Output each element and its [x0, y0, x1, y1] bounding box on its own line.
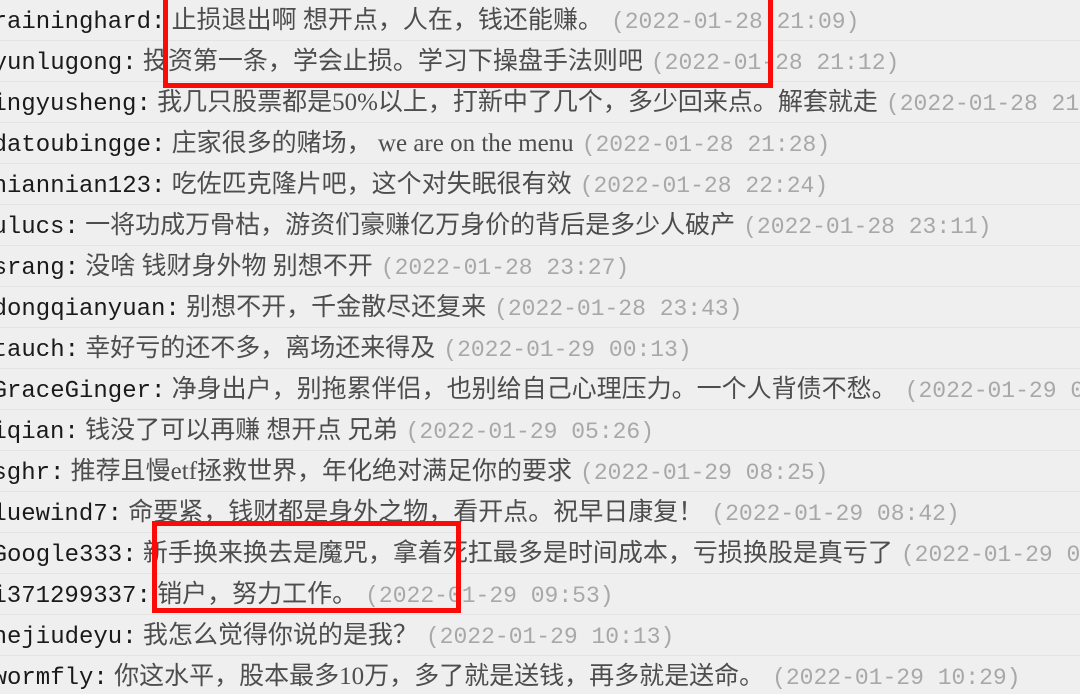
- comment-text: 销户，努力工作。: [157, 581, 358, 608]
- comment-colon: :: [122, 50, 137, 77]
- comment-text: 净身出户，别拖累伴侣，也别给自己心理压力。一个人背债不愁。: [171, 376, 897, 403]
- comment-text: 钱没了可以再赚 想开点 兄弟: [85, 417, 398, 444]
- comment-timestamp: (2022-01-29 00:13): [443, 337, 692, 363]
- comment-row: bluewind7: 命要紧，钱财都是身外之物，看开点。祝早日康复！ (2022-…: [0, 492, 1080, 533]
- comment-timestamp: (2022-01-29 01:02): [904, 378, 1080, 404]
- comment-text: 幸好亏的还不多，离场还来得及: [85, 335, 436, 362]
- comment-row: ] GraceGinger: 净身出户，别拖累伴侣，也别给自己心理压力。一个人背…: [0, 369, 1080, 410]
- comment-row: ] tauch: 幸好亏的还不多，离场还来得及(2022-01-29 00:13…: [0, 328, 1080, 369]
- comment-colon: :: [50, 460, 65, 487]
- comment-row: ] wormfly: 你这水平，股本最多10万，多了就是送钱，再多就是送命。(2…: [0, 656, 1080, 694]
- comment-text: 命要紧，钱财都是身外之物，看开点。祝早日康复！: [128, 499, 704, 526]
- comment-text: 一将功成万骨枯，游资们豪赚亿万身价的背后是多少人破产: [85, 212, 736, 239]
- comment-timestamp: (2022-01-28 21:09): [610, 9, 860, 35]
- comment-row: ] datoubingge: 庄家很多的赌场， we are on the me…: [0, 123, 1080, 164]
- comment-timestamp: (2022-01-29 09:53): [365, 583, 614, 609]
- comment-text: 别想不开，千金散尽还复来: [186, 294, 487, 321]
- comment-timestamp: (2022-01-28 23:11): [743, 214, 992, 240]
- comment-text: 新手换来换去是魔咒，拿着死扛最多是时间成本，亏损换股是真亏了: [142, 540, 893, 567]
- comment-colon: :: [165, 296, 180, 323]
- comment-row: li371299337: 销户，努力工作。 (2022-01-29 09:53): [0, 574, 1080, 615]
- comment-row: ] raininghard: 止损退出啊 想开点，人在，钱还能赚。(2022-0…: [0, 0, 1080, 41]
- comment-colon: :: [151, 378, 166, 405]
- comment-text: 吃佐匹克隆片吧，这个对失眠很有效: [171, 171, 572, 198]
- comment-timestamp: (2022-01-28 21:28): [581, 132, 831, 158]
- comment-timestamp: (2022-01-29 09:47): [900, 542, 1080, 568]
- comment-colon: :: [64, 214, 79, 241]
- comment-row: Tulucs: 一将功成万骨枯，游资们豪赚亿万身价的背后是多少人破产 (2022-…: [0, 205, 1080, 246]
- comment-colon: :: [122, 624, 137, 651]
- comment-row: ] hejiudeyu: 我怎么觉得你说的是我？(2022-01-29 10:1…: [0, 615, 1080, 656]
- comment-timestamp: (2022-01-28 21:12): [650, 50, 900, 76]
- comment-row: wsghr: 推荐且慢etf拯救世界，年化绝对满足你的要求 (2022-01-29…: [0, 451, 1080, 492]
- comment-colon: :: [151, 132, 166, 159]
- comment-text: 我怎么觉得你说的是我？: [142, 622, 418, 649]
- comment-row: siqian: 钱没了可以再赚 想开点 兄弟 (2022-01-29 05:26): [0, 410, 1080, 451]
- comment-username[interactable]: tauch: [0, 337, 65, 364]
- comment-row: ] niannian123: 吃佐匹克隆片吧，这个对失眠很有效(2022-01-…: [0, 164, 1080, 205]
- comment-username[interactable]: wsghr: [0, 460, 50, 487]
- comment-timestamp: (2022-01-29 10:13): [425, 624, 675, 650]
- comment-colon: :: [107, 501, 123, 528]
- comment-username[interactable]: yunlugong: [0, 50, 122, 77]
- comment-username[interactable]: dongqianyuan: [0, 296, 165, 323]
- comment-colon: :: [151, 9, 166, 36]
- comment-username[interactable]: datoubingge: [0, 132, 151, 159]
- comment-row: ] Google333: 新手换来换去是魔咒，拿着死扛最多是时间成本，亏损换股是…: [0, 533, 1080, 574]
- comment-colon: :: [122, 542, 137, 569]
- comment-username[interactable]: niannian123: [0, 173, 151, 200]
- comment-text: 没啥 钱财身外物 别想不开: [85, 253, 373, 280]
- comment-text: 推荐且慢etf拯救世界，年化绝对满足你的要求: [70, 458, 573, 485]
- comment-colon: :: [64, 255, 79, 282]
- comment-username[interactable]: srang: [0, 255, 65, 282]
- comment-username[interactable]: Tulucs: [0, 214, 64, 241]
- comment-username[interactable]: raininghard: [0, 9, 151, 36]
- comment-username[interactable]: Google333: [0, 542, 122, 569]
- comment-row: ] srang: 没啥 钱财身外物 别想不开(2022-01-28 23:27): [0, 246, 1080, 287]
- comment-text: 你这水平，股本最多10万，多了就是送钱，再多就是送命。: [114, 663, 765, 690]
- comment-text: 庄家很多的赌场， we are on the menu: [171, 130, 574, 157]
- comment-timestamp: (2022-01-29 05:26): [405, 419, 655, 445]
- comment-colon: :: [64, 337, 79, 364]
- comment-username[interactable]: siqian: [0, 419, 64, 446]
- comment-timestamp: (2022-01-28 21:20): [885, 91, 1080, 117]
- comment-timestamp: (2022-01-29 08:25): [580, 460, 829, 486]
- comment-username[interactable]: li371299337: [0, 583, 136, 610]
- comment-list: ] raininghard: 止损退出啊 想开点，人在，钱还能赚。(2022-0…: [0, 0, 1080, 694]
- comment-timestamp: (2022-01-29 08:42): [711, 501, 960, 527]
- comment-timestamp: (2022-01-28 22:24): [579, 173, 829, 199]
- comment-username[interactable]: GraceGinger: [0, 378, 151, 405]
- comment-timestamp: (2022-01-28 23:27): [380, 255, 630, 281]
- comment-row: ] yunlugong: 投资第一条，学会止损。学习下操盘手法则吧(2022-0…: [0, 41, 1080, 82]
- comment-colon: :: [136, 583, 151, 610]
- comment-colon: :: [93, 665, 108, 692]
- comment-row: xingyusheng: 我几只股票都是50%以上，打新中了几个，多少回来点。解…: [0, 82, 1080, 123]
- comment-username[interactable]: bluewind7: [0, 501, 108, 528]
- comment-colon: :: [151, 173, 166, 200]
- comment-username[interactable]: wormfly: [0, 665, 93, 692]
- comment-row: ] dongqianyuan: 别想不开，千金散尽还复来(2022-01-28 …: [0, 287, 1080, 328]
- screenshot-canvas: ] raininghard: 止损退出啊 想开点，人在，钱还能赚。(2022-0…: [0, 0, 1080, 694]
- comment-text: 我几只股票都是50%以上，打新中了几个，多少回来点。解套就走: [157, 89, 878, 116]
- comment-text: 投资第一条，学会止损。学习下操盘手法则吧: [142, 48, 643, 75]
- comment-username[interactable]: hejiudeyu: [0, 624, 122, 651]
- comment-timestamp: (2022-01-28 23:43): [494, 296, 743, 322]
- comment-username[interactable]: xingyusheng: [0, 91, 136, 118]
- comment-colon: :: [64, 419, 79, 446]
- comment-text: 止损退出啊 想开点，人在，钱还能赚。: [171, 7, 603, 34]
- comment-colon: :: [136, 91, 151, 118]
- comment-timestamp: (2022-01-29 10:29): [772, 665, 1021, 691]
